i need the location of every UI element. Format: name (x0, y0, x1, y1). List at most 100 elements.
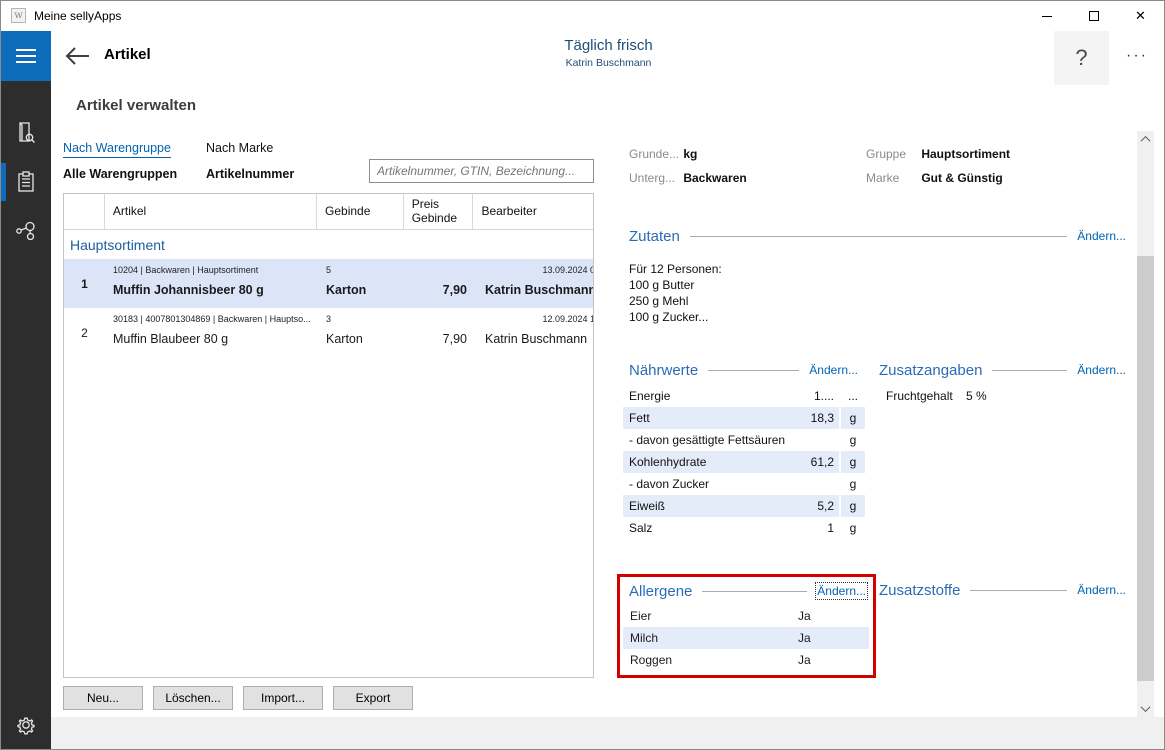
divider (708, 370, 799, 371)
new-button[interactable]: Neu... (63, 686, 143, 710)
field-marke: Marke Gut & Günstig (866, 171, 1003, 185)
price: 7,90 (405, 283, 467, 297)
nutrition-row: Kohlenhydrate61,2 g (623, 451, 865, 473)
window-title: Meine sellyApps (34, 9, 121, 23)
editor-name: Katrin Buschmann (475, 283, 594, 297)
allergene-title: Allergene (629, 583, 692, 600)
artikelnummer-selector[interactable]: Artikelnummer (206, 167, 294, 181)
article-meta: 30183 | 4007801304869 | Backwaren | Haup… (105, 314, 318, 324)
table-row[interactable]: 1 10204 | Backwaren | Hauptsortiment 5 1… (64, 259, 593, 308)
zutaten-line: 100 g Zucker... (629, 309, 708, 325)
allergene-table: Eier Ja Milch Ja Roggen Ja (623, 605, 869, 671)
article-name: Muffin Johannisbeer 80 g (105, 283, 318, 297)
delete-button[interactable]: Löschen... (153, 686, 233, 710)
table-row[interactable]: 2 30183 | 4007801304869 | Backwaren | Ha… (64, 308, 593, 357)
naehrwerte-aendern-link[interactable]: Ändern... (809, 363, 858, 377)
zutaten-aendern-link[interactable]: Ändern... (1077, 229, 1126, 243)
scroll-up-button[interactable] (1137, 131, 1154, 148)
clipboard-icon (14, 170, 38, 194)
allergen-row: Roggen Ja (623, 649, 869, 671)
export-button[interactable]: Export (333, 686, 413, 710)
column-header-preis-gebinde[interactable]: Preis Gebinde (404, 194, 474, 229)
maximize-button[interactable] (1070, 1, 1117, 31)
scroll-down-button[interactable] (1137, 700, 1154, 717)
document-search-icon (14, 120, 38, 144)
tab-nach-marke[interactable]: Nach Marke (206, 141, 273, 155)
column-header-index[interactable] (64, 194, 105, 229)
column-header-artikel[interactable]: Artikel (105, 194, 317, 229)
nutrition-row: - davon Zucker g (623, 473, 865, 495)
section-title: Artikel verwalten (76, 97, 196, 114)
zusatzangabe-row: Fruchtgehalt 5 % (886, 389, 987, 403)
divider (702, 591, 807, 592)
zutaten-section-header: Zutaten Ändern... (629, 227, 1126, 245)
close-button[interactable]: ✕ (1117, 1, 1164, 31)
store-header: Täglich frisch Katrin Buschmann (51, 37, 1165, 69)
sidebar-item-share[interactable] (1, 209, 51, 255)
nutrition-row: Salz1 g (623, 517, 865, 539)
nutrition-row: Eiweiß5,2 g (623, 495, 865, 517)
edit-date: 13.09.2024 0 (467, 265, 594, 275)
article-name: Muffin Blaubeer 80 g (105, 332, 318, 346)
allergen-row: Milch Ja (623, 627, 869, 649)
warengruppe-selector[interactable]: Alle Warengruppen (63, 167, 177, 181)
field-grundeinheit: Grunde... kg (629, 147, 697, 161)
naehrwerte-table: Energie1.... ... Fett18,3 g - davon gesä… (623, 385, 865, 539)
more-options-button[interactable]: ··· (1116, 41, 1158, 71)
import-button[interactable]: Import... (243, 686, 323, 710)
share-network-icon (13, 219, 39, 245)
gebinde-type: Karton (318, 332, 405, 346)
hamburger-menu-button[interactable] (1, 31, 51, 81)
field-gruppe: Gruppe Hauptsortiment (866, 147, 1010, 161)
allergene-highlight-box: Allergene Ändern... Eier Ja Milch Ja Rog… (617, 574, 876, 678)
naehrwerte-section-header: Nährwerte Ändern... (629, 361, 858, 379)
divider (690, 236, 1067, 237)
search-input[interactable] (369, 159, 594, 183)
tab-nach-warengruppe[interactable]: Nach Warengruppe (63, 141, 171, 158)
sidebar-item-settings[interactable] (1, 705, 51, 745)
zusatzangaben-aendern-link[interactable]: Ändern... (1077, 363, 1126, 377)
price: 7,90 (405, 332, 467, 346)
naehrwerte-title: Nährwerte (629, 362, 698, 379)
zusatzstoffe-aendern-link[interactable]: Ändern... (1077, 583, 1126, 597)
hamburger-icon (16, 49, 36, 51)
zutaten-line: 100 g Butter (629, 277, 694, 293)
zutaten-title: Zutaten (629, 228, 680, 245)
store-name: Täglich frisch (51, 37, 1165, 54)
chevron-up-icon (1141, 136, 1151, 146)
vertical-scrollbar (1137, 131, 1154, 717)
zusatzstoffe-section-header: Zusatzstoffe Ändern... (879, 581, 1126, 599)
chevron-down-icon (1141, 702, 1151, 712)
titlebar: w Meine sellyApps ✕ (1, 1, 1164, 31)
bottom-strip (51, 717, 1165, 750)
field-untergruppe: Unterg... Backwaren (629, 171, 747, 185)
edit-date: 12.09.2024 1 (467, 314, 594, 324)
zusatzangaben-title: Zusatzangaben (879, 362, 982, 379)
zutaten-line: Für 12 Personen: (629, 261, 722, 277)
maximize-icon (1089, 11, 1099, 21)
zusatzstoffe-title: Zusatzstoffe (879, 582, 960, 599)
group-header-row[interactable]: Hauptsortiment (64, 230, 593, 259)
divider (992, 370, 1067, 371)
nutrition-row: - davon gesättigte Fettsäuren g (623, 429, 865, 451)
zutaten-line: 250 g Mehl (629, 293, 688, 309)
column-header-bearbeiter[interactable]: Bearbeiter (473, 194, 593, 229)
app-logo-icon: w (11, 8, 26, 23)
app-window: w Meine sellyApps ✕ (0, 0, 1165, 750)
article-table: Artikel Gebinde Preis Gebinde Bearbeiter… (63, 193, 594, 678)
nutrition-row: Energie1.... ... (623, 385, 865, 407)
minimize-button[interactable] (1023, 1, 1070, 31)
gebinde-count: 3 (318, 314, 405, 324)
sidebar-item-articles[interactable] (1, 159, 51, 205)
row-index: 1 (64, 259, 105, 308)
allergene-aendern-link[interactable]: Ändern... (817, 584, 866, 598)
scrollbar-thumb[interactable] (1137, 256, 1154, 681)
sidebar-item-document-search[interactable] (1, 109, 51, 155)
help-button[interactable]: ? (1054, 31, 1109, 85)
column-header-gebinde[interactable]: Gebinde (317, 194, 404, 229)
table-header: Artikel Gebinde Preis Gebinde Bearbeiter (64, 194, 593, 230)
gebinde-count: 5 (318, 265, 405, 275)
allergene-section-header: Allergene Ändern... (629, 582, 866, 600)
divider (970, 590, 1067, 591)
minimize-icon (1042, 16, 1052, 17)
